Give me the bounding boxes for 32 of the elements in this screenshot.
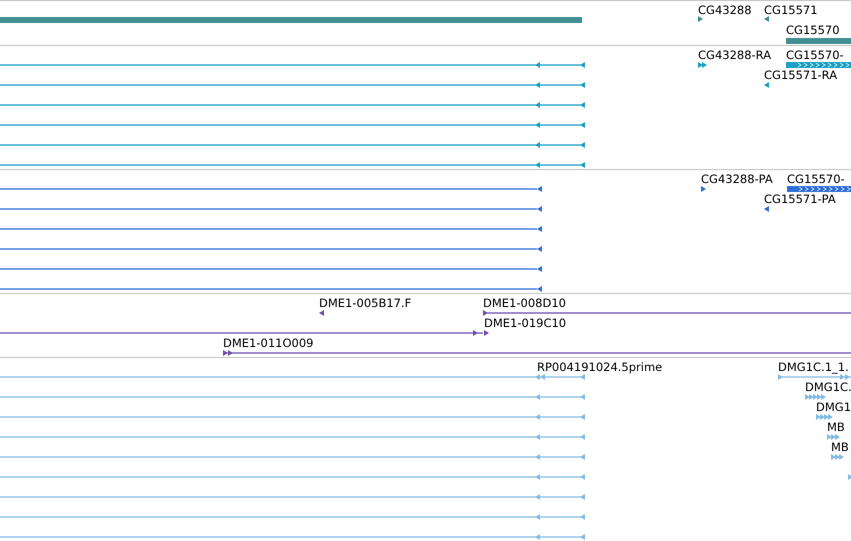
feature-label: MB	[827, 420, 845, 434]
strand-arrow-icon	[764, 82, 769, 88]
feature-label: CG43288-PA	[701, 172, 773, 186]
strand-arrow-icon	[764, 16, 769, 22]
feature-label: DME1-005B17.F	[319, 296, 412, 310]
strand-arrow-icon	[701, 186, 706, 192]
feature-label: DME1-011O009	[223, 336, 314, 350]
strand-arrow-icon	[805, 394, 826, 400]
feature-label: CG15570-	[787, 172, 845, 186]
feature-label: DMG1C.	[805, 380, 851, 394]
strand-arrow-icon	[827, 434, 840, 440]
feature-label: DMG1	[816, 400, 851, 414]
feature-label: DME1-008D10	[483, 296, 566, 310]
feature-label: MB	[831, 440, 849, 454]
feature-label: CG15570-	[786, 48, 844, 62]
strand-arrow-icon	[831, 454, 844, 460]
gene-bar	[786, 38, 851, 44]
feature-label: DMG1C.1_1.	[778, 360, 849, 374]
feature-label: CG15571-PA	[764, 192, 836, 206]
strand-arrow-icon	[698, 16, 703, 22]
feature-label: CG43288-RA	[698, 48, 772, 62]
feature-label: DME1-019C10	[484, 316, 566, 330]
feature-label: CG15571-RA	[764, 68, 838, 82]
strand-arrow-icon	[764, 206, 769, 212]
strand-arrow-icon	[698, 62, 707, 68]
feature-label: CG15571	[764, 3, 818, 17]
strand-arrow-icon	[319, 310, 324, 316]
feature-label: CG15570	[786, 23, 840, 37]
feature-label: CG43288	[698, 3, 752, 17]
strand-arrow-icon	[848, 474, 851, 480]
feature-label: RP004191024.5prime	[537, 360, 662, 374]
strand-arrow-icon	[816, 414, 833, 420]
